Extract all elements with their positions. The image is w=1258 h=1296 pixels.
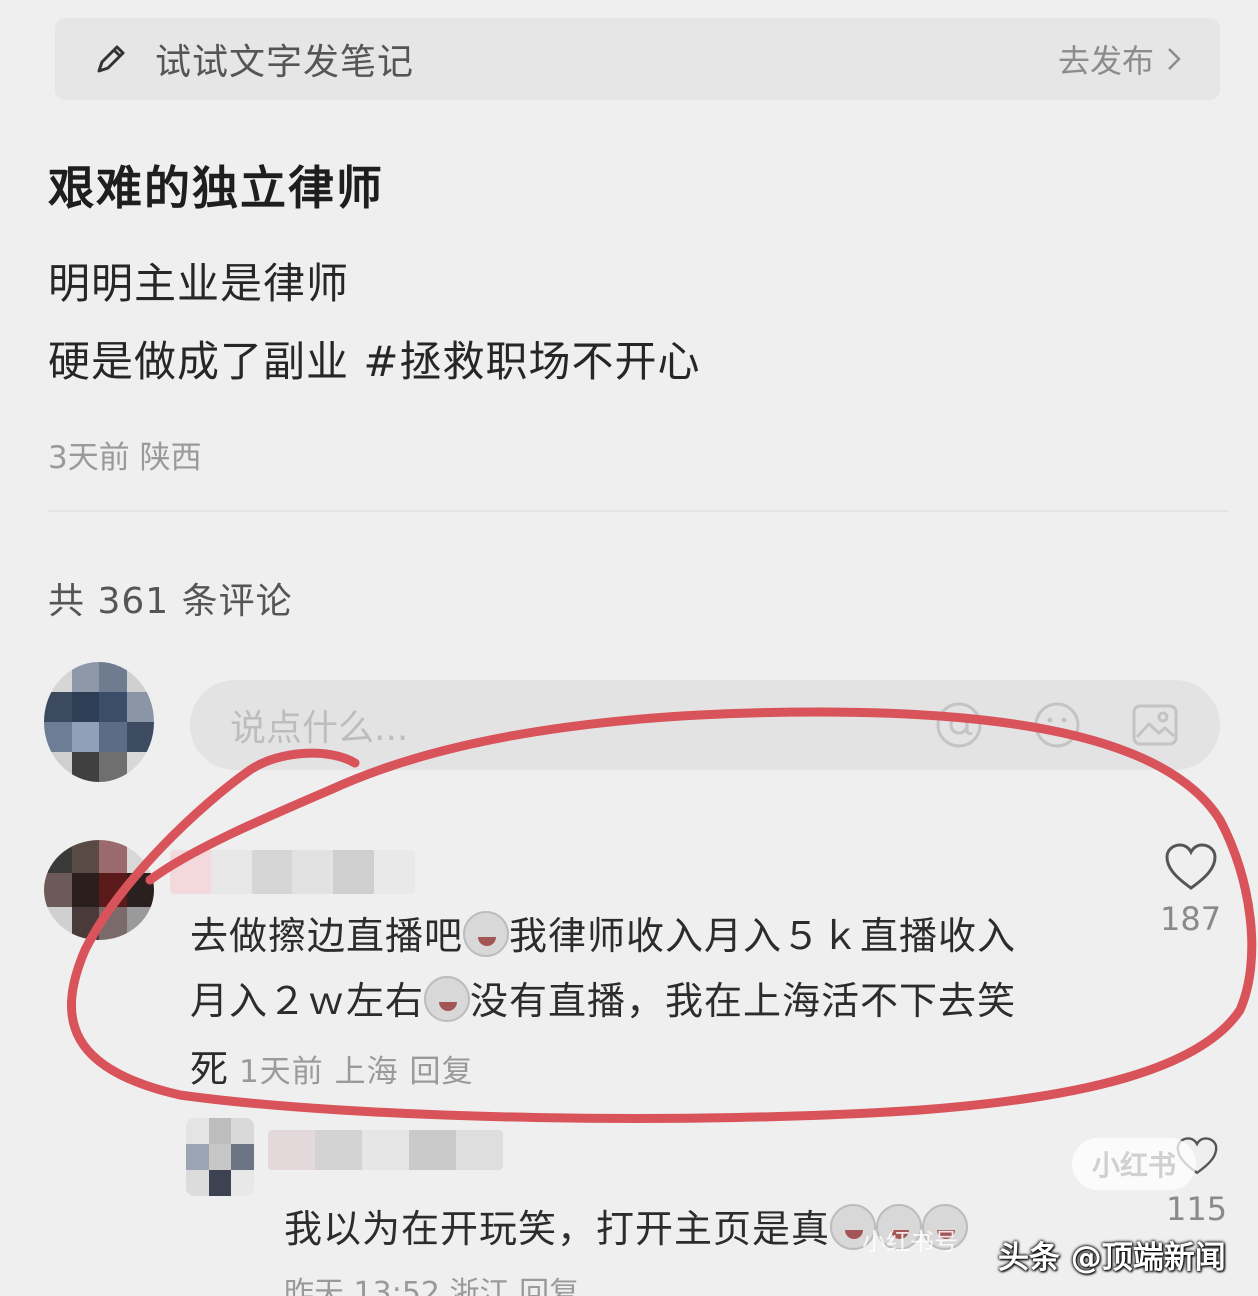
- comment-1-text-a: 去做擦边直播吧: [190, 914, 464, 958]
- emoji-icon[interactable]: [1032, 700, 1082, 750]
- comment-count: 共 361 条评论: [48, 581, 293, 622]
- toutiao-watermark: 头条 @顶端新闻: [998, 1240, 1226, 1276]
- comment-1-text-e: 死: [190, 1047, 230, 1091]
- reply-name-blurred: [268, 1130, 503, 1170]
- comment-1-text-b: 我律师收入月入５ｋ直播收入: [509, 914, 1017, 958]
- comment-1-like[interactable]: 187: [1160, 842, 1221, 938]
- comment-1-like-count: 187: [1160, 900, 1222, 938]
- divider: [48, 510, 1228, 512]
- crying-emoji-icon: [463, 911, 510, 957]
- post-meta: 3天前 陕西: [48, 440, 202, 476]
- comment-1-line-3: 死 1天前 上海 回复: [190, 1038, 473, 1093]
- crying-emoji-icon: [424, 976, 471, 1022]
- comment-2-text-content: 我以为在开玩笑，打开主页是真: [284, 1207, 831, 1251]
- reply-avatar[interactable]: [186, 1118, 254, 1196]
- comment-1-text-d: 没有直播，我在上海活不下去笑: [470, 979, 1017, 1023]
- xiaohongshu-watermark: 小红书: [1072, 1138, 1196, 1190]
- comment-2-meta[interactable]: 昨天 13:52 浙江 回复: [284, 1268, 579, 1296]
- user-avatar[interactable]: [44, 662, 154, 782]
- comment-1-meta[interactable]: 1天前 上海 回复: [239, 1054, 473, 1090]
- comment-1-line-2: 月入２ｗ左右 没有直播，我在上海活不下去笑: [190, 970, 1016, 1025]
- compose-note-bar[interactable]: 试试文字发笔记 去发布: [55, 18, 1220, 100]
- comment-input[interactable]: 说点什么...: [190, 680, 1220, 770]
- comment-2-like-count: 115: [1166, 1190, 1228, 1228]
- commenter-name-blurred: [170, 850, 415, 894]
- publish-label: 去发布: [1057, 42, 1154, 80]
- commenter-avatar[interactable]: [44, 840, 154, 940]
- post-title: 艰难的独立律师: [48, 161, 384, 215]
- pencil-icon: [97, 45, 125, 73]
- at-icon[interactable]: [934, 700, 984, 750]
- chevron-right-icon: [1168, 48, 1181, 70]
- heart-icon[interactable]: [1164, 842, 1218, 892]
- publish-link[interactable]: 去发布: [1058, 36, 1182, 82]
- compose-prompt: 试试文字发笔记: [155, 42, 415, 83]
- image-icon[interactable]: [1130, 700, 1180, 750]
- comment-input-placeholder: 说点什么...: [230, 708, 409, 749]
- post-body-line-1: 明明主业是律师: [48, 259, 350, 308]
- xiaohongshu-id-watermark: 小红书号: [862, 1228, 958, 1256]
- post-body-line-2: 硬是做成了副业 #拯救职场不开心: [48, 337, 701, 386]
- comment-1-line-1: 去做擦边直播吧 我律师收入月入５ｋ直播收入: [190, 905, 1016, 960]
- comment-1-text-c: 月入２ｗ左右: [190, 979, 425, 1023]
